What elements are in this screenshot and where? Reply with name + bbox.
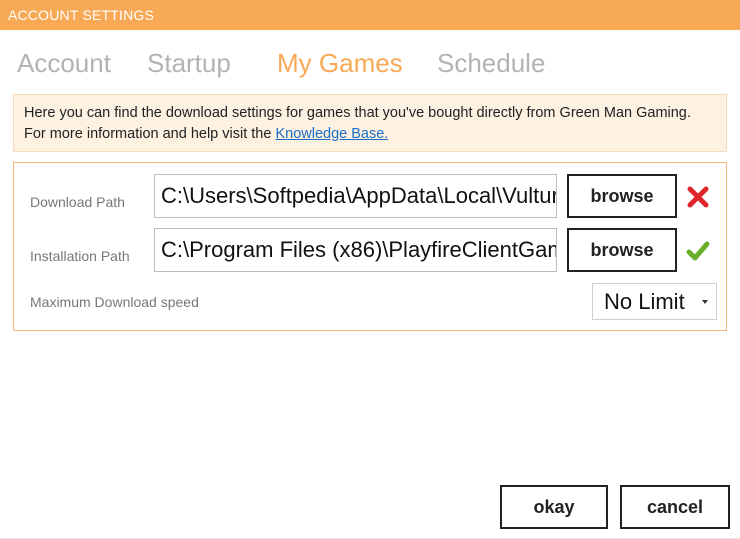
tab-my-games[interactable]: My Games xyxy=(277,48,403,79)
okay-button[interactable]: okay xyxy=(500,485,608,529)
info-banner: Here you can find the download settings … xyxy=(13,94,727,152)
download-path-label: Download Path xyxy=(30,194,125,210)
installation-path-browse-button[interactable]: browse xyxy=(567,228,677,272)
download-path-field[interactable]: C:\Users\Softpedia\AppData\Local\Vulture… xyxy=(154,174,557,218)
max-download-speed-label: Maximum Download speed xyxy=(30,294,199,310)
cancel-button[interactable]: cancel xyxy=(620,485,730,529)
settings-tabs: Account Startup My Games Schedule xyxy=(0,48,740,88)
max-download-speed-value: No Limit xyxy=(604,289,685,314)
knowledge-base-link[interactable]: Knowledge Base. xyxy=(275,126,388,142)
tab-schedule[interactable]: Schedule xyxy=(437,48,545,79)
download-path-browse-button[interactable]: browse xyxy=(567,174,677,218)
window-title-bar: ACCOUNT SETTINGS xyxy=(0,0,740,30)
error-x-icon xyxy=(687,186,709,208)
tab-account[interactable]: Account xyxy=(17,48,111,79)
installation-path-label: Installation Path xyxy=(30,248,130,264)
tab-startup[interactable]: Startup xyxy=(147,48,231,79)
window-title: ACCOUNT SETTINGS xyxy=(8,7,155,23)
chevron-down-icon xyxy=(702,300,708,304)
checkmark-icon xyxy=(686,241,710,261)
installation-path-field[interactable]: C:\Program Files (x86)\PlayfireClientGam… xyxy=(154,228,557,272)
download-settings-panel: Download Path C:\Users\Softpedia\AppData… xyxy=(13,162,727,331)
max-download-speed-select[interactable]: No Limit xyxy=(592,283,717,320)
